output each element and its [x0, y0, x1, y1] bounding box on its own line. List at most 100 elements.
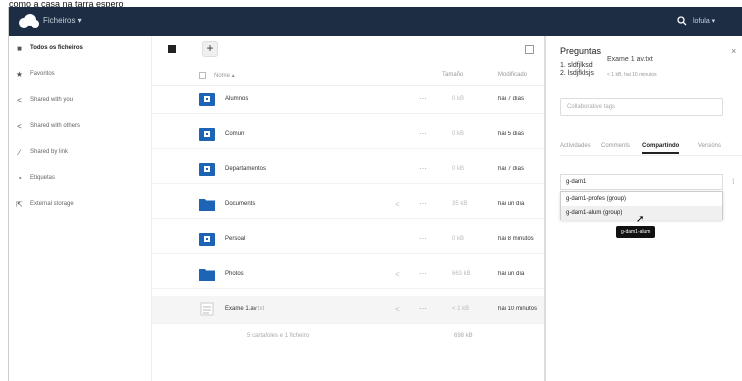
- column-name[interactable]: Nome ▴: [214, 72, 235, 79]
- tab-comments[interactable]: Comments: [601, 143, 630, 149]
- file-size: 0 kB: [452, 131, 465, 137]
- table-row[interactable]: Comun ⋯ 0 kB hai 5 días: [152, 121, 544, 149]
- tab-sharing[interactable]: Compartindo: [642, 143, 680, 154]
- user-menu[interactable]: lofula ▾: [693, 17, 715, 25]
- mouse-cursor-icon: ➚: [636, 214, 645, 225]
- more-actions-icon[interactable]: ⋯: [419, 269, 427, 278]
- summary-count: 5 cartafoles e 1 ficheiro: [247, 333, 310, 339]
- tab-versions[interactable]: Versións: [698, 143, 721, 149]
- file-name[interactable]: Departamentos: [225, 166, 266, 172]
- details-sidebar: Preguntas × Exame 1 av.txt 1. sldfjlksd …: [544, 36, 742, 381]
- file-name[interactable]: Photos: [225, 271, 244, 277]
- select-all-checkbox[interactable]: [199, 72, 206, 79]
- sidebar-item-favorites[interactable]: ★ Favoritos: [15, 66, 145, 82]
- file-name[interactable]: Exame 1.av.txt: [225, 306, 264, 312]
- sidebar-item-tags[interactable]: ◔ Etiquetas: [15, 170, 145, 186]
- table-row[interactable]: Exame 1.av.txt < ⋯ < 1 kB hai 10 minutos: [152, 296, 544, 324]
- summary-total-size: 698 kB: [454, 333, 473, 339]
- file-preview-text: 1. sldfjlksd 2. lsdjfklsjs: [560, 62, 594, 78]
- more-actions-icon[interactable]: ⋯: [419, 234, 427, 243]
- file-modified: hai 7 días: [498, 96, 525, 102]
- shared-folder-icon: [199, 233, 215, 246]
- file-modified: hai 8 minutos: [498, 236, 534, 242]
- file-name[interactable]: Comun: [225, 131, 244, 137]
- sidebar: ■ Todos os ficheiros ★ Favoritos < Share…: [9, 36, 152, 381]
- shared-folder-icon: [199, 163, 215, 176]
- sidebar-item-label: Todos os ficheiros: [30, 45, 83, 51]
- more-actions-icon[interactable]: ⋯: [419, 304, 427, 313]
- preview-line: 2. lsdjfklsjs: [560, 70, 594, 77]
- table-row[interactable]: Documents < ⋯ 35 kB hai un día: [152, 191, 544, 219]
- details-filename: Exame 1 av.txt: [607, 56, 653, 63]
- folder-icon: ■: [17, 43, 22, 53]
- file-name[interactable]: Persoal: [225, 236, 245, 242]
- details-title: Preguntas: [560, 46, 602, 56]
- column-size[interactable]: Tamaño: [442, 72, 463, 78]
- file-basename: Exame 1.av: [225, 306, 257, 312]
- file-extension: .txt: [256, 306, 265, 312]
- star-icon: ★: [15, 69, 24, 79]
- tooltip: g-dam1-alum: [616, 226, 656, 238]
- sidebar-item-shared-with-you[interactable]: < Shared with you: [15, 92, 145, 108]
- file-basename: Photos: [225, 271, 244, 277]
- file-size: 35 kB: [452, 201, 468, 207]
- file-name[interactable]: Alumnos: [225, 96, 248, 102]
- table-row[interactable]: Persoal ⋯ 0 kB hai 8 minutos: [152, 226, 544, 254]
- app-window: Ficheiros ▾ lofula ▾ ■ Todos os ficheiro…: [8, 7, 742, 381]
- collaborative-tags-input[interactable]: Collaborative tags: [560, 98, 723, 116]
- file-name[interactable]: Documents: [225, 201, 255, 207]
- tab-activities[interactable]: Actividades: [560, 143, 591, 149]
- file-size: < 1 kB: [452, 306, 470, 312]
- sidebar-item-label: Shared by link: [30, 149, 69, 155]
- sidebar-item-label: Shared with others: [30, 123, 81, 129]
- share-icon: <: [17, 121, 22, 131]
- text-file-icon: [200, 302, 214, 316]
- more-actions-icon[interactable]: ⋯: [419, 94, 427, 103]
- tag-icon: ◔: [17, 173, 22, 183]
- more-actions-icon[interactable]: ⋯: [419, 164, 427, 173]
- table-row[interactable]: Departamentos ⋯ 0 kB hai 7 días: [152, 156, 544, 184]
- file-list-panel: + Nome ▴ Tamaño Modificado Alumnos ⋯ 0 kB h…: [152, 36, 544, 381]
- sidebar-item-label: Shared with you: [30, 97, 74, 103]
- link-icon: ∕: [18, 147, 21, 157]
- sidebar-item-label: Favoritos: [30, 71, 55, 77]
- share-option[interactable]: g-dam1-profes (group): [561, 192, 722, 206]
- file-basename: Persoal: [225, 236, 246, 242]
- share-icon[interactable]: <: [395, 200, 400, 209]
- new-button[interactable]: +: [202, 41, 218, 57]
- file-modified: hai 5 días: [498, 131, 525, 137]
- share-with-input[interactable]: g-dam1: [560, 174, 723, 190]
- more-actions-icon[interactable]: ⋯: [419, 199, 427, 208]
- file-basename: Departamentos: [225, 166, 267, 172]
- sidebar-item-all-files[interactable]: ■ Todos os ficheiros: [15, 40, 145, 56]
- grid-view-icon[interactable]: [525, 45, 534, 54]
- file-size: 0 kB: [452, 236, 465, 242]
- file-basename: Alumnos: [225, 96, 249, 102]
- share-icon[interactable]: <: [395, 270, 400, 279]
- search-icon[interactable]: [677, 16, 687, 26]
- info-icon[interactable]: ⁝: [732, 177, 735, 186]
- home-icon[interactable]: [168, 45, 176, 53]
- sidebar-item-shared-with-others[interactable]: < Shared with others: [15, 118, 145, 134]
- folder-icon: [199, 199, 215, 211]
- cloud-logo-icon[interactable]: [17, 12, 39, 30]
- sidebar-item-label: External storage: [30, 201, 74, 207]
- share-icon[interactable]: <: [395, 305, 400, 314]
- column-modified[interactable]: Modificado: [498, 72, 527, 78]
- preview-line: 1. sldfjlksd: [560, 62, 593, 69]
- file-summary: 5 cartafoles e 1 ficheiro 698 kB: [152, 328, 544, 346]
- details-meta: < 1 kB, hai 10 minutos: [607, 72, 657, 78]
- file-modified: hai 7 días: [498, 166, 525, 172]
- file-size: 663 kB: [452, 271, 471, 277]
- file-modified: hai 10 minutos: [498, 306, 538, 312]
- app-menu[interactable]: Ficheiros ▾: [43, 16, 82, 25]
- file-modified: hai un día: [498, 271, 525, 277]
- table-row[interactable]: Alumnos ⋯ 0 kB hai 7 días: [152, 86, 544, 114]
- sidebar-item-external-storage[interactable]: ⇱ External storage: [15, 196, 145, 212]
- sidebar-item-shared-by-link[interactable]: ∕ Shared by link: [15, 144, 145, 160]
- table-row[interactable]: Photos < ⋯ 663 kB hai un día: [152, 261, 544, 289]
- top-header: Ficheiros ▾ lofula ▾: [9, 7, 742, 36]
- close-icon[interactable]: ×: [731, 46, 736, 56]
- more-actions-icon[interactable]: ⋯: [419, 129, 427, 138]
- file-list-header: Nome ▴ Tamaño Modificado: [152, 66, 544, 86]
